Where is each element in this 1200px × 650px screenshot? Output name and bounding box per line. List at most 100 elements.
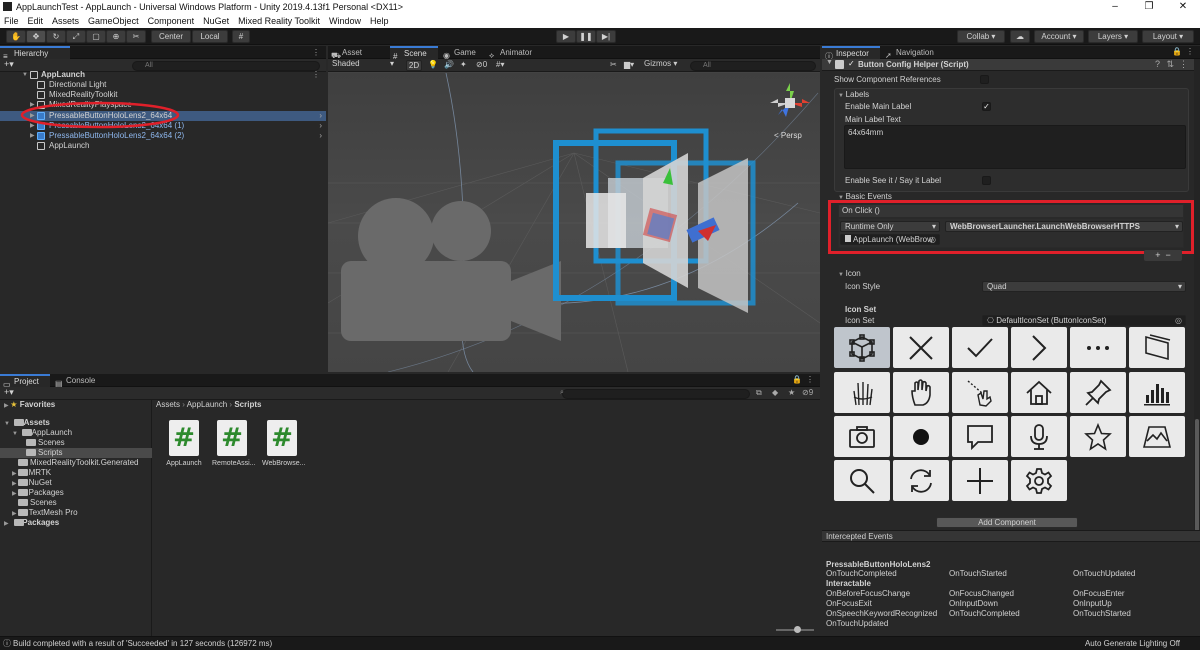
step-button[interactable]: ▶|	[596, 30, 616, 43]
asset-script[interactable]: # WebBrowse...	[262, 420, 305, 467]
record-icon[interactable]	[893, 416, 949, 457]
icon-header[interactable]: ▼ Icon	[838, 269, 861, 279]
button-scene-objects[interactable]	[548, 113, 758, 323]
icon-set-field[interactable]: ⎔ DefaultIconSet (ButtonIconSet) ◎	[982, 315, 1186, 326]
filter-label-icon[interactable]: ◆	[772, 388, 778, 397]
open-prefab-icon[interactable]: ›	[319, 111, 322, 121]
lock-icon[interactable]: 🔒	[1172, 47, 1182, 56]
pointer-icon[interactable]	[952, 372, 1008, 413]
tree-node[interactable]: ▶ Packages	[12, 488, 64, 498]
tree-node-scripts[interactable]: Scripts	[26, 448, 62, 458]
grid-snap-icon[interactable]: #	[232, 30, 250, 43]
star-icon[interactable]	[1070, 416, 1126, 457]
create-button[interactable]: +▾	[4, 59, 14, 70]
plus-icon[interactable]	[952, 460, 1008, 501]
filter-type-icon[interactable]: ⧉	[756, 388, 762, 398]
tree-node[interactable]: MixedRealityToolkit.Generated	[12, 458, 139, 468]
tab-scene[interactable]: # Scene	[390, 46, 438, 61]
breadcrumb-item[interactable]: Scripts	[234, 400, 261, 409]
move-tool-icon[interactable]: ✥	[26, 30, 46, 43]
hierarchy-item[interactable]: Directional Light	[0, 80, 326, 90]
menu-assets[interactable]: Assets	[52, 14, 79, 28]
grid-toggle-icon[interactable]: #▾	[496, 60, 504, 69]
open-prefab-icon[interactable]: ›	[319, 131, 322, 141]
home-icon[interactable]	[1011, 372, 1067, 413]
icon-size-slider[interactable]	[776, 626, 814, 633]
enable-main-label-checkbox[interactable]: ✓	[982, 102, 991, 111]
tab-project[interactable]: ▭ Project	[0, 374, 50, 389]
scene-menu-icon[interactable]: ⋮	[312, 70, 320, 80]
play-button[interactable]: ▶	[556, 30, 576, 43]
tree-node-packages[interactable]: ▶ Packages	[4, 518, 59, 528]
camera-settings-icon[interactable]: ▆▾	[624, 60, 634, 69]
tab-hierarchy[interactable]: ≡ Hierarchy	[0, 46, 70, 61]
hand-ray-icon[interactable]	[834, 372, 890, 413]
expand-arrow-icon[interactable]: ▼	[22, 70, 30, 80]
tree-node[interactable]: ▶ MRTK	[12, 468, 51, 478]
hierarchy-item-scene[interactable]: ▼ AppLaunch ⋮	[0, 70, 326, 80]
custom-tool-icon[interactable]: ✂	[126, 30, 146, 43]
show-refs-checkbox[interactable]	[980, 75, 989, 84]
open-prefab-icon[interactable]: ›	[319, 121, 322, 131]
tab-inspector[interactable]: ⓘ Inspector	[822, 46, 880, 61]
menu-file[interactable]: File	[4, 14, 19, 28]
add-component-button[interactable]: Add Component	[936, 517, 1078, 528]
layers-dropdown[interactable]: Layers ▾	[1088, 30, 1138, 43]
cloud-icon[interactable]: ☁	[1010, 30, 1030, 43]
shading-dropdown[interactable]: Shaded ▾	[328, 59, 398, 70]
perspective-label[interactable]: < Persp	[774, 131, 802, 140]
lock-icon[interactable]: 🔒	[792, 375, 802, 384]
gizmos-dropdown[interactable]: Gizmos ▾	[644, 59, 677, 68]
scene-search-input[interactable]: All	[690, 61, 816, 71]
pivot-center-button[interactable]: Center	[151, 30, 191, 43]
hierarchy-item[interactable]: AppLaunch	[0, 141, 326, 151]
menu-nuget[interactable]: NuGet	[203, 14, 229, 28]
favorites-node[interactable]: ▶ ★ Favorites	[4, 400, 55, 410]
scrollbar[interactable]	[1194, 59, 1200, 539]
status-message[interactable]: Build completed with a result of 'Succee…	[13, 637, 272, 650]
rotate-tool-icon[interactable]: ↻	[46, 30, 66, 43]
lighting-icon[interactable]: 💡	[428, 60, 438, 69]
panel-menu-icon[interactable]: ⋮	[1186, 47, 1194, 56]
enabled-check-icon[interactable]: ✓	[848, 59, 855, 68]
tab-animator[interactable]: ⟡ Animator	[486, 46, 544, 60]
create-asset-button[interactable]: +▾	[4, 387, 14, 398]
component-header[interactable]: ▼ ✓ Button Config Helper (Script) ? ⇅ ⋮	[822, 59, 1194, 71]
hidden-packages-icon[interactable]: ⊘9	[802, 388, 813, 397]
menu-help[interactable]: Help	[370, 14, 389, 28]
collapse-arrow-icon[interactable]: ▼	[826, 59, 833, 66]
main-label-textarea[interactable]: 64x64mm	[844, 125, 1186, 169]
tree-node[interactable]: ▶ NuGet	[12, 478, 52, 488]
chat-icon[interactable]	[952, 416, 1008, 457]
chart-icon[interactable]	[1129, 372, 1185, 413]
search-icon[interactable]	[834, 460, 890, 501]
hand-icon[interactable]	[893, 372, 949, 413]
menu-window[interactable]: Window	[329, 14, 361, 28]
hierarchy-item[interactable]: ▶ PressableButtonHoloLens2_64x64 (2) ›	[0, 131, 326, 141]
refresh-icon[interactable]	[893, 460, 949, 501]
project-search-input[interactable]	[562, 389, 750, 399]
help-icon[interactable]: ?	[1155, 59, 1160, 69]
pause-button[interactable]: ❚❚	[576, 30, 596, 43]
breadcrumb-item[interactable]: AppLaunch	[187, 400, 227, 409]
preset-icon[interactable]: ⇅	[1166, 59, 1174, 70]
add-event-button[interactable]: +	[1155, 250, 1160, 260]
rect-tool-icon[interactable]: ▢	[86, 30, 106, 43]
pivot-local-button[interactable]: Local	[192, 30, 228, 43]
layout-dropdown[interactable]: Layout ▾	[1142, 30, 1194, 43]
audio-icon[interactable]: 🔊	[444, 60, 454, 69]
enable-see-it-checkbox[interactable]	[982, 176, 991, 185]
tab-game[interactable]: ◉ Game	[440, 46, 484, 60]
hidden-objects-icon[interactable]: ⊘0	[476, 60, 487, 69]
panel-icon[interactable]	[1129, 327, 1185, 368]
tree-node-scenes[interactable]: Scenes	[26, 438, 65, 448]
collab-button[interactable]: Collab ▾	[957, 30, 1005, 43]
chevron-right-icon[interactable]	[1011, 327, 1067, 368]
scale-tool-icon[interactable]: ⤢	[66, 30, 86, 43]
tab-navigation[interactable]: ➚ Navigation	[882, 46, 948, 60]
menu-edit[interactable]: Edit	[28, 14, 44, 28]
camera-icon[interactable]	[834, 416, 890, 457]
cube-icon[interactable]	[834, 327, 890, 368]
tree-node[interactable]: Scenes	[12, 498, 57, 508]
lighting-status[interactable]: Auto Generate Lighting Off	[1085, 637, 1180, 650]
